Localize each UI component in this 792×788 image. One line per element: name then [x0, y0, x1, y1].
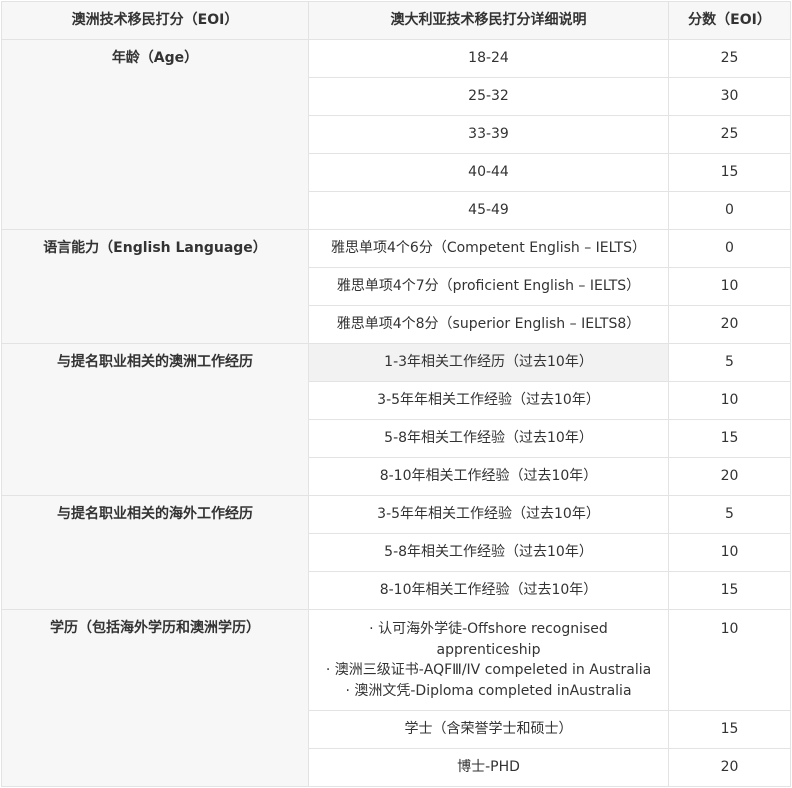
points-cell: 5 [668, 495, 791, 534]
detail-cell: 3-5年年相关工作经验（过去10年） [308, 495, 669, 534]
category-age: 年龄（Age） [1, 39, 309, 230]
detail-cell: 5-8年相关工作经验（过去10年） [308, 533, 669, 572]
points-cell: 15 [668, 571, 791, 610]
points-cell: 20 [668, 457, 791, 496]
category-english: 语言能力（English Language） [1, 229, 309, 344]
points-cell: 0 [668, 229, 791, 268]
table-row: 年龄（Age） 18-24 25 [1, 39, 791, 230]
points-cell: 25 [668, 39, 791, 78]
points-cell: 15 [668, 710, 791, 749]
header-detail: 澳大利亚技术移民打分详细说明 [308, 1, 669, 40]
detail-cell: 5-8年相关工作经验（过去10年） [308, 419, 669, 458]
detail-line: · 澳洲三级证书-AQFⅢ/IV compeleted in Australia [325, 662, 652, 678]
header-points: 分数（EOI） [668, 1, 791, 40]
category-education: 学历（包括海外学历和澳洲学历） [1, 609, 309, 787]
detail-cell: 1-3年相关工作经历（过去10年） [308, 343, 669, 382]
table-row: 语言能力（English Language） 雅思单项4个6分（Competen… [1, 229, 791, 344]
points-cell: 10 [668, 381, 791, 420]
detail-line: · 澳洲文凭-Diploma completed inAustralia [345, 682, 632, 699]
points-cell: 30 [668, 77, 791, 116]
detail-cell: 3-5年年相关工作经验（过去10年） [308, 381, 669, 420]
points-cell: 20 [668, 305, 791, 344]
table-row: 学历（包括海外学历和澳洲学历） · 认可海外学徒-Offshore recogn… [1, 609, 791, 787]
detail-cell: 33-39 [308, 115, 669, 154]
detail-line: apprenticeship [436, 641, 541, 658]
points-cell: 15 [668, 153, 791, 192]
detail-cell: 雅思单项4个7分（proficient English – IELTS） [308, 267, 669, 306]
detail-line: · 认可海外学徒-Offshore recognised [369, 621, 608, 637]
detail-cell: 博士-PHD [308, 748, 669, 787]
points-cell: 0 [668, 191, 791, 230]
detail-cell: 18-24 [308, 39, 669, 78]
points-cell: 20 [668, 748, 791, 787]
points-cell: 10 [668, 267, 791, 306]
category-overseas-work: 与提名职业相关的海外工作经历 [1, 495, 309, 610]
points-cell: 5 [668, 343, 791, 382]
detail-cell: 45-49 [308, 191, 669, 230]
points-cell: 15 [668, 419, 791, 458]
detail-cell: 40-44 [308, 153, 669, 192]
detail-cell: 雅思单项4个8分（superior English – IELTS8） [308, 305, 669, 344]
detail-cell: 8-10年相关工作经验（过去10年） [308, 571, 669, 610]
detail-cell: 雅思单项4个6分（Competent English – IELTS） [308, 229, 669, 268]
category-australian-work: 与提名职业相关的澳洲工作经历 [1, 343, 309, 496]
points-cell: 10 [668, 533, 791, 572]
points-cell: 10 [668, 609, 791, 711]
table-row: 与提名职业相关的海外工作经历 3-5年年相关工作经验（过去10年） 5 [1, 495, 791, 610]
detail-cell: 8-10年相关工作经验（过去10年） [308, 457, 669, 496]
detail-cell: 学士（含荣誉学士和硕士） [308, 710, 669, 749]
eoi-points-table: 澳洲技术移民打分（EOI） 澳大利亚技术移民打分详细说明 分数（EOI） 年龄（… [1, 1, 791, 787]
table-row: 与提名职业相关的澳洲工作经历 1-3年相关工作经历（过去10年） 5 [1, 343, 791, 496]
detail-cell: 25-32 [308, 77, 669, 116]
header-category: 澳洲技术移民打分（EOI） [1, 1, 309, 40]
points-cell: 25 [668, 115, 791, 154]
detail-cell-multiline: · 认可海外学徒-Offshore recognised apprentices… [308, 609, 669, 711]
header-row: 澳洲技术移民打分（EOI） 澳大利亚技术移民打分详细说明 分数（EOI） [1, 1, 791, 40]
